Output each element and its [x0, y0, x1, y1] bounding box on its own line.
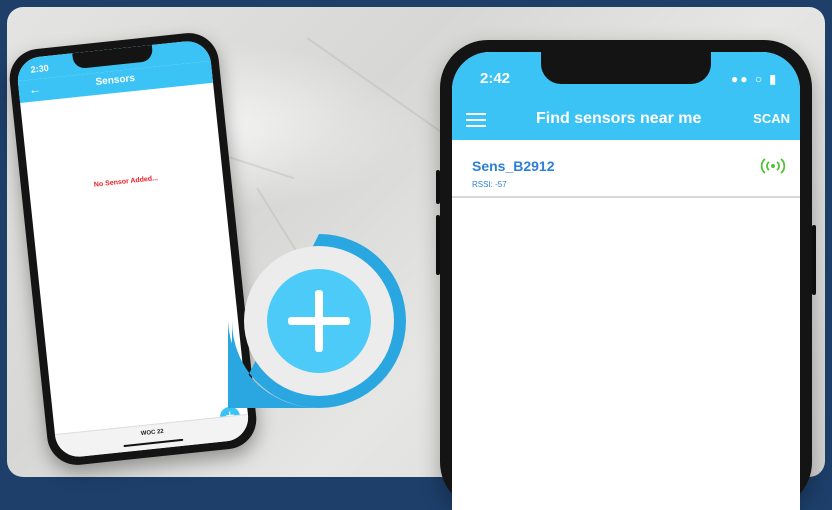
volume-down-button: [436, 215, 440, 275]
empty-state-message: No Sensor Added...: [93, 175, 159, 189]
plus-horizontal: [288, 317, 350, 325]
power-button: [812, 225, 816, 295]
banner-frame: 2:30 ← Sensors No Sensor Added... + WOC …: [0, 0, 832, 510]
volume-up-button: [436, 170, 440, 204]
broadcast-signal-icon: [760, 158, 786, 174]
right-phone-screen: 2:42 ●● ○ ▮ Find sensors near me SCAN Se…: [452, 52, 800, 510]
right-app-bar: Find sensors near me SCAN: [452, 100, 800, 140]
left-status-time: 2:30: [30, 62, 50, 75]
right-page-title: Find sensors near me: [536, 110, 702, 127]
scan-button[interactable]: SCAN: [753, 111, 790, 126]
plus-circle-icon: [228, 234, 406, 409]
right-notch: [541, 52, 711, 84]
sensor-list-item[interactable]: Sens_B2912 RSSI: -57: [452, 140, 800, 198]
status-icons: ●● ○ ▮: [730, 72, 778, 86]
right-phone: 2:42 ●● ○ ▮ Find sensors near me SCAN Se…: [436, 40, 816, 510]
left-phone: 2:30 ← Sensors No Sensor Added... + WOC …: [6, 30, 260, 468]
sensor-rssi: RSSI: -57: [472, 180, 507, 189]
hamburger-menu-icon[interactable]: [466, 110, 486, 128]
add-callout-bubble: [228, 230, 410, 412]
home-indicator: [123, 438, 184, 448]
right-status-bar: 2:42 ●● ○ ▮: [452, 52, 800, 100]
right-status-time: 2:42: [480, 70, 511, 87]
sensor-name: Sens_B2912: [472, 158, 555, 174]
